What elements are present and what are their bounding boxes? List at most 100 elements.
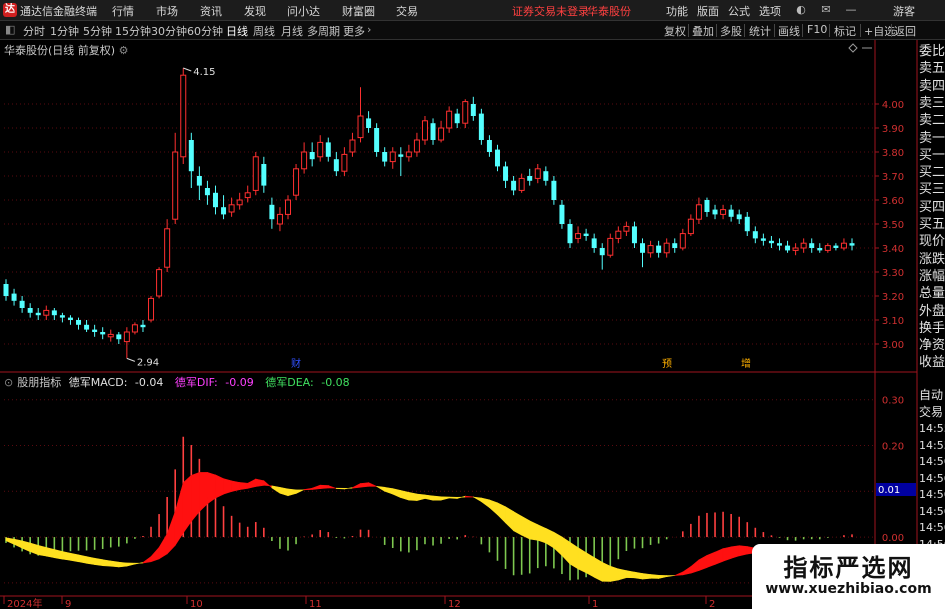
price-tick-label: 3.30 xyxy=(882,268,904,279)
main-chart-controls[interactable] xyxy=(845,42,875,54)
period-1min[interactable]: 1分钟 xyxy=(50,23,79,39)
candle-body-up xyxy=(687,218,694,235)
candle-body-up xyxy=(446,110,453,129)
date-label: 10 xyxy=(190,599,203,609)
watermark: 指标严选网 www.xuezhibiao.com xyxy=(752,544,945,609)
quote-field-label: 买三 xyxy=(919,182,945,198)
quote-field-label: 换手 xyxy=(919,320,945,336)
menu-item-jiaoyi[interactable]: 交易 xyxy=(396,3,418,19)
candle-body-up xyxy=(357,115,364,139)
candle-body-up xyxy=(285,199,291,215)
period-day[interactable]: 日线 xyxy=(226,23,248,39)
btn-tongji[interactable]: 统计 xyxy=(749,23,771,39)
candle-body-down xyxy=(567,224,573,244)
period-30min[interactable]: 30分钟 xyxy=(151,23,187,39)
btn-f10[interactable]: F10 xyxy=(807,23,827,36)
kline-chart-area[interactable]: 4.00 3.90 3.80 3.70 3.60 3.50 3.40 3.30 3.20 3.10… xyxy=(0,40,945,609)
macd-ribbon-segment xyxy=(45,547,55,559)
candle-body-down xyxy=(656,245,662,253)
price-tick-label: 3.00 xyxy=(882,340,904,351)
macd-ribbon-segment xyxy=(360,482,369,488)
guest-label[interactable]: 游客 xyxy=(893,3,915,19)
quote-field-label: 买四 xyxy=(919,199,945,215)
toggle-panel-icon[interactable]: ◧ xyxy=(5,23,15,36)
period-15min[interactable]: 15分钟 xyxy=(115,23,151,39)
candle-body-up xyxy=(462,101,469,124)
menu-item-gongshi[interactable]: 公式 xyxy=(728,3,750,19)
menu-item-hangqing[interactable]: 行情 xyxy=(112,3,134,19)
menu-item-gongneng[interactable]: 功能 xyxy=(666,3,688,19)
macd-ribbon-segment xyxy=(231,480,240,492)
candle-body-down xyxy=(100,332,106,335)
candle-body-down xyxy=(67,317,73,320)
candle-body-up xyxy=(800,242,807,249)
menu-item-xuanxiang[interactable]: 选项 xyxy=(759,3,781,19)
macd-ribbon-segment xyxy=(118,561,128,568)
indicator-switch-icon[interactable]: ⊙ xyxy=(4,376,13,389)
macd-tick-label: 0.20 xyxy=(882,442,904,453)
indicator-name[interactable]: 股朋指标 xyxy=(17,376,61,389)
candle-body-down xyxy=(196,176,202,186)
menu-item-zixun[interactable]: 资讯 xyxy=(200,3,222,19)
candle-body-up xyxy=(840,242,847,249)
period-month[interactable]: 月线 xyxy=(281,23,303,39)
main-chart-label[interactable]: 华泰股份(日线 前复权) ⚙ xyxy=(4,42,128,58)
period-5min[interactable]: 5分钟 xyxy=(83,23,112,39)
separator xyxy=(744,24,745,37)
login-status[interactable]: 证券交易未登录 xyxy=(512,3,589,19)
period-more[interactable]: 更多 xyxy=(343,23,365,39)
btn-duogu[interactable]: 多股 xyxy=(720,23,742,39)
notice-icon[interactable]: ✉ xyxy=(818,2,834,18)
macd-legend: ⊙ 股朋指标 德军MACD: -0.04 德军DIF: -0.09 德军DEA: … xyxy=(4,374,358,390)
period-60min[interactable]: 60分钟 xyxy=(187,23,223,39)
btn-fuquan[interactable]: 复权 xyxy=(664,23,686,39)
menu-item-wenxiaoda[interactable]: 问小达 xyxy=(287,3,320,19)
current-value-text: 0.01 xyxy=(878,485,900,496)
chart-settings-icon[interactable]: ⚙ xyxy=(119,44,129,57)
candle-body-down xyxy=(382,152,388,162)
macd-ribbon-segment xyxy=(319,484,329,489)
candle-body-up xyxy=(43,309,50,316)
minimize-icon[interactable]: — xyxy=(843,2,859,18)
candle-body-down xyxy=(92,329,98,332)
candle-body-down xyxy=(309,152,315,160)
candle-body-down xyxy=(672,243,678,248)
separator xyxy=(829,24,830,37)
btn-huaxian[interactable]: 画线 xyxy=(778,23,800,39)
candle-body-down xyxy=(494,149,500,167)
candle-body-down xyxy=(3,284,9,296)
btn-diejia[interactable]: 叠加 xyxy=(692,23,714,39)
date-label: 9 xyxy=(65,599,71,609)
period-multi[interactable]: 多周期 xyxy=(307,23,340,39)
candle-body-up xyxy=(164,228,171,268)
quote-field-label: 总量 xyxy=(919,286,945,302)
candle-body-up xyxy=(244,192,251,199)
quote-field-label: 买二 xyxy=(919,165,945,181)
auto-trade-label[interactable]: 自动 xyxy=(919,386,943,403)
macd-ribbon-segment xyxy=(634,571,643,580)
period-fenshi[interactable]: 分时 xyxy=(23,23,45,39)
auto-trade-label-2[interactable]: 交易 xyxy=(919,403,943,420)
diamond-icon[interactable] xyxy=(848,43,858,53)
macd-ribbon-segment xyxy=(738,545,748,557)
skin-icon[interactable]: ◐ xyxy=(793,2,809,18)
date-label: 12 xyxy=(448,599,461,609)
menu-item-caifuquan[interactable]: 财富圈 xyxy=(342,3,375,19)
chevron-right-icon[interactable]: › xyxy=(367,23,371,36)
main-chart-title: 华泰股份(日线 前复权) xyxy=(4,44,116,57)
price-tick-label: 3.20 xyxy=(882,292,904,303)
btn-back[interactable]: 返回 xyxy=(894,23,916,39)
trade-time-entry: 14:55 xyxy=(919,438,945,452)
btn-biaoji[interactable]: 标记 xyxy=(834,23,856,39)
macd-ribbon-segment xyxy=(102,559,112,567)
menu-item-banmian[interactable]: 版面 xyxy=(697,3,719,19)
period-week[interactable]: 周线 xyxy=(253,23,275,39)
high-price-label: 4.15 xyxy=(193,67,215,78)
menu-item-faxian[interactable]: 发现 xyxy=(244,3,266,19)
menu-item-shichang[interactable]: 市场 xyxy=(156,3,178,19)
candle-body-up xyxy=(228,204,235,213)
candle-body-down xyxy=(374,128,380,152)
candle-body-down xyxy=(551,180,557,200)
macd-ribbon-segment xyxy=(239,482,249,491)
price-tick-label: 3.50 xyxy=(882,220,904,231)
